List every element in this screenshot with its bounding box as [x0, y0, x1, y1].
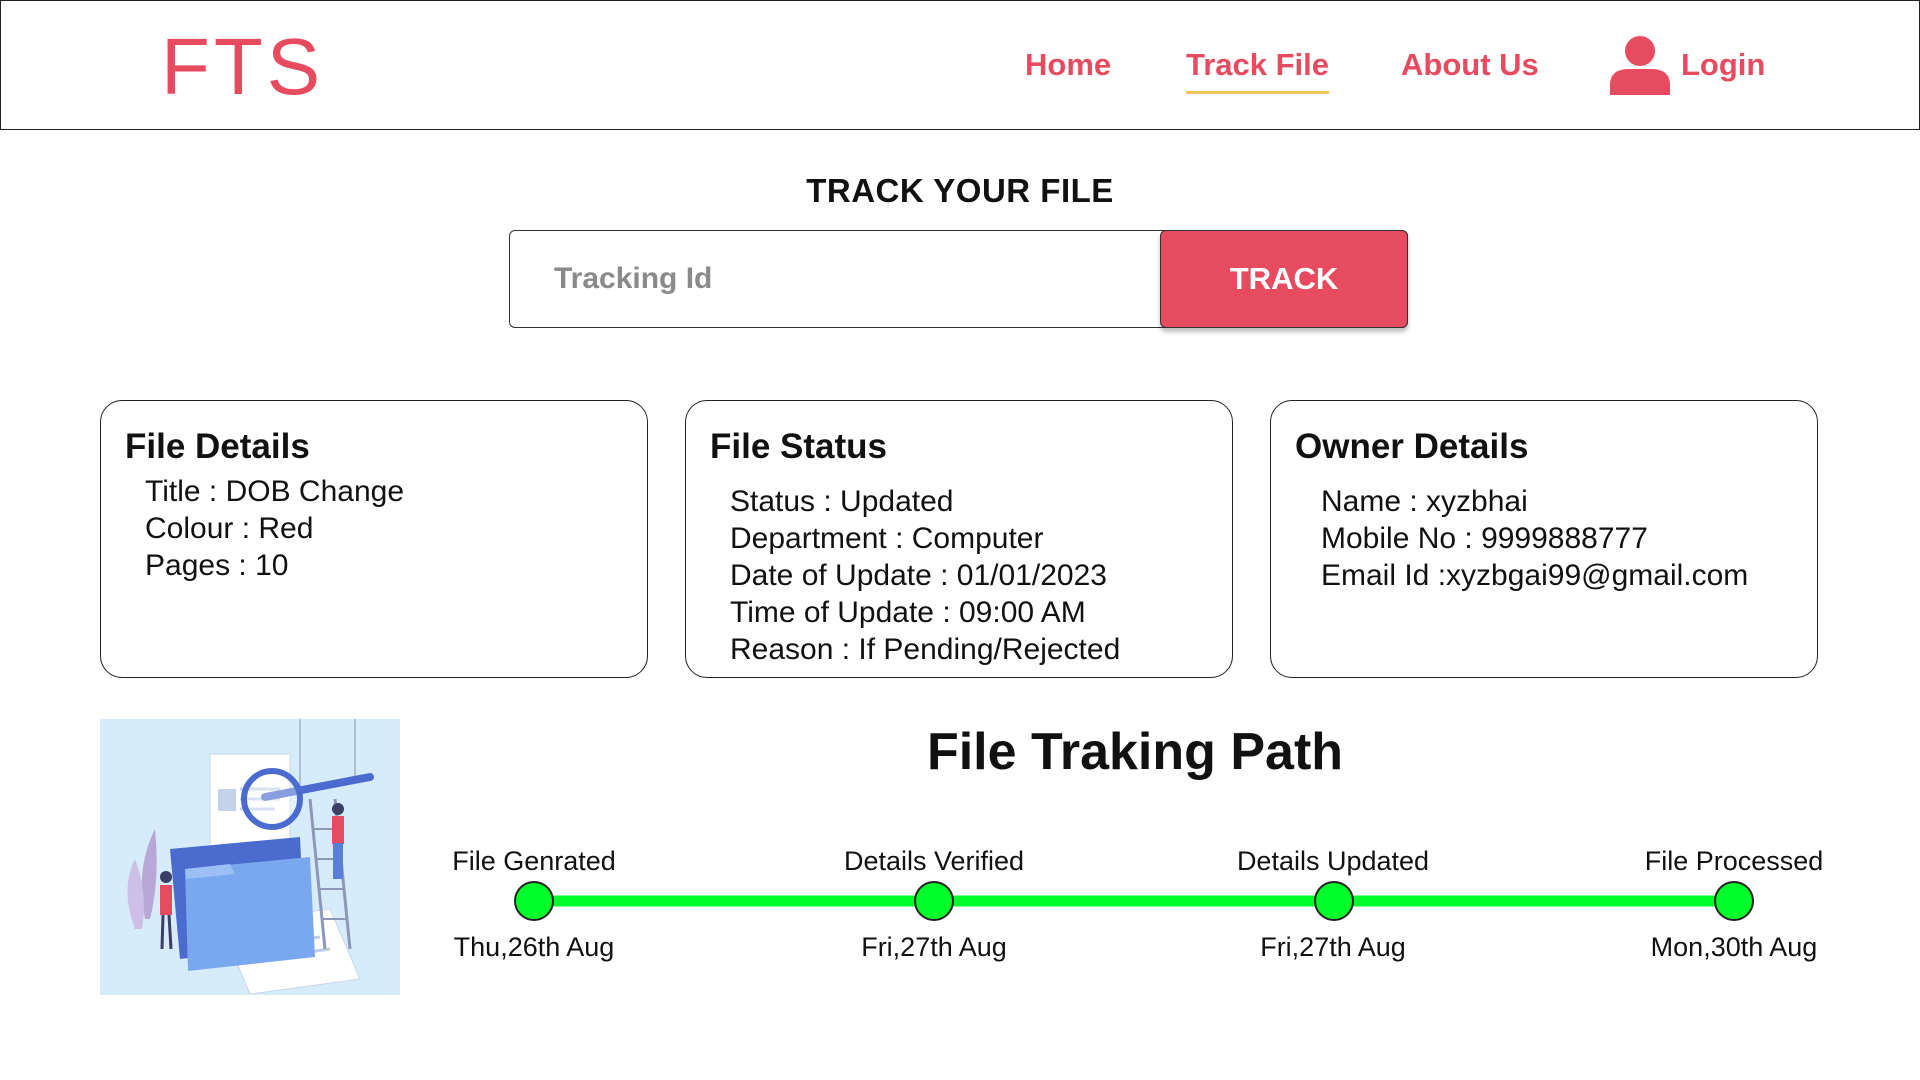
- owner-name: Name : xyzbhai: [1321, 485, 1528, 518]
- owner-details-heading: Owner Details: [1295, 427, 1529, 466]
- file-details-title: Title : DOB Change: [145, 475, 404, 508]
- file-status-date: Date of Update : 01/01/2023: [730, 559, 1107, 592]
- stage-2-date: Fri,27th Aug: [861, 932, 1007, 962]
- file-status-reason: Reason : If Pending/Rejected: [730, 633, 1121, 666]
- user-icon: [1610, 36, 1670, 95]
- active-nav-underline: [1186, 91, 1330, 94]
- top-navbar: FTS Home Track File About Us Login: [0, 0, 1920, 130]
- nav-track-file-link[interactable]: Track File: [1186, 47, 1330, 94]
- file-status-time: Time of Update : 09:00 AM: [730, 596, 1086, 629]
- file-status-department: Department : Computer: [730, 522, 1044, 555]
- tracking-path-line: [514, 881, 1754, 921]
- nav-track-file-label: Track File: [1186, 47, 1330, 82]
- stage-4-date: Mon,30th Aug: [1650, 932, 1818, 962]
- track-search-box: TRACK: [509, 230, 1408, 328]
- file-status-status: Status : Updated: [730, 485, 954, 518]
- logo[interactable]: FTS: [161, 21, 324, 113]
- track-button[interactable]: TRACK: [1160, 230, 1408, 328]
- file-search-illustration: [100, 719, 400, 995]
- nav-home-link[interactable]: Home: [1025, 47, 1111, 83]
- stage-4-dot: [1714, 881, 1754, 921]
- track-title: TRACK YOUR FILE: [806, 172, 1114, 209]
- file-status-heading: File Status: [710, 427, 887, 466]
- file-details-colour: Colour : Red: [145, 512, 314, 545]
- stage-1-dot: [514, 881, 554, 921]
- stage-3-date: Fri,27th Aug: [1260, 932, 1406, 962]
- tracking-path-title: File Traking Path: [926, 723, 1344, 781]
- file-status-card: File Status Status : Updated Department …: [685, 400, 1233, 678]
- login-label: Login: [1681, 47, 1766, 82]
- tracking-id-input[interactable]: [510, 231, 1158, 326]
- owner-mobile: Mobile No : 9999888777: [1321, 522, 1648, 555]
- file-details-pages: Pages : 10: [145, 549, 289, 582]
- file-details-card: File Details Title : DOB Change Colour :…: [100, 400, 648, 678]
- nav-about-link[interactable]: About Us: [1401, 47, 1539, 83]
- file-details-heading: File Details: [125, 427, 310, 466]
- owner-details-card: Owner Details Name : xyzbhai Mobile No :…: [1270, 400, 1818, 678]
- stage-2-dot: [914, 881, 954, 921]
- owner-email: Email Id :xyzbgai99@gmail.com: [1321, 559, 1749, 592]
- stage-1-date: Thu,26th Aug: [453, 932, 615, 962]
- stage-3-dot: [1314, 881, 1354, 921]
